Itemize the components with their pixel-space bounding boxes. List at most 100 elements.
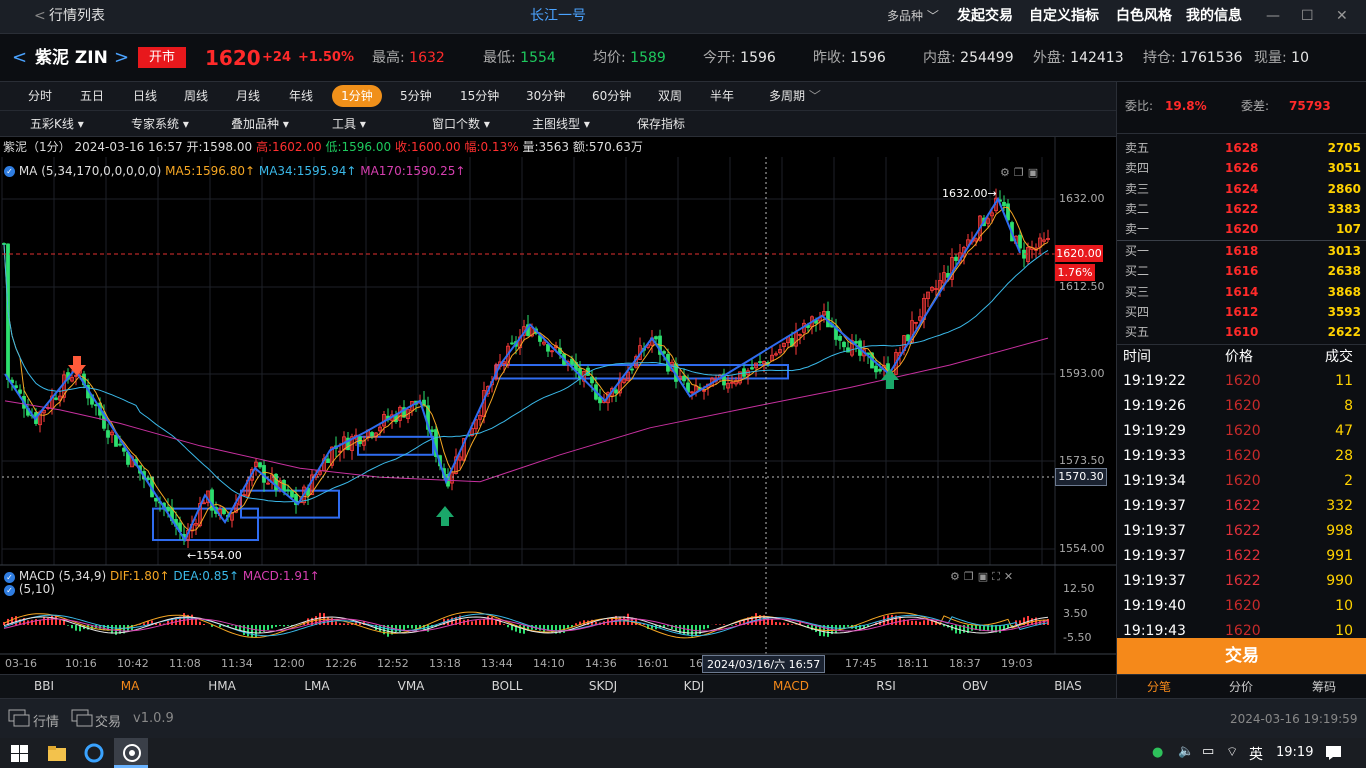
stat-current-volume: 现量: 10 xyxy=(1254,50,1309,66)
windows-start-icon[interactable] xyxy=(11,745,28,762)
period-tab[interactable]: 日线 xyxy=(127,85,163,107)
trade-button[interactable]: 交易 xyxy=(1117,638,1366,674)
indicator-tab[interactable]: BBI xyxy=(14,675,74,698)
browser-icon[interactable] xyxy=(84,743,104,763)
menu-custom-indicator[interactable]: 自定义指标 xyxy=(1029,0,1099,33)
volume-icon[interactable]: 🔈 xyxy=(1178,744,1194,759)
period-tab[interactable]: 月线 xyxy=(230,85,266,107)
period-tab[interactable]: 半年 xyxy=(704,85,740,107)
time-tick: 03-16 xyxy=(5,657,37,670)
tick-row: 19:19:37 1622 991 xyxy=(1123,548,1353,564)
menu-white-style[interactable]: 白色风格 xyxy=(1116,0,1172,33)
time-tick: 10:42 xyxy=(117,657,149,670)
ime-indicator[interactable]: 英 xyxy=(1249,744,1263,764)
status-tab-trade[interactable]: 交易 xyxy=(95,711,121,730)
time-axis: 03-16 10:16 10:42 11:08 11:34 12:00 12:2… xyxy=(0,654,1056,674)
menu-my-info[interactable]: 我的信息 xyxy=(1186,0,1242,33)
wifi-icon[interactable]: ⌔ xyxy=(1226,744,1238,760)
bar-info-line: 紫泥（1分） 2024-03-16 16:57 开:1598.00 高:1602… xyxy=(3,140,643,154)
prev-symbol-icon[interactable]: < xyxy=(12,34,27,82)
indicator-tab[interactable]: HMA xyxy=(192,675,252,698)
tool-menu[interactable]: 专家系统 ▾ xyxy=(131,111,189,137)
period-tab[interactable]: 60分钟 xyxy=(586,85,637,107)
next-symbol-icon[interactable]: > xyxy=(114,34,129,82)
back-to-list-link[interactable]: 行情列表 xyxy=(49,0,105,33)
stat-avg: 均价: 1589 xyxy=(593,50,666,66)
time-tick: 13:18 xyxy=(429,657,461,670)
chart-svg[interactable] xyxy=(0,137,1116,674)
status-datetime: 2024-03-16 19:19:59 xyxy=(1230,712,1358,726)
indicator-tab[interactable]: OBV xyxy=(945,675,1005,698)
tab-price-dist[interactable]: 分价 xyxy=(1229,678,1253,695)
settings-icon: ⚙ xyxy=(1000,166,1014,179)
check-icon[interactable]: ✓ xyxy=(4,585,15,596)
tick-row: 19:19:37 1622 998 xyxy=(1123,523,1353,539)
market-monitor-icon[interactable] xyxy=(8,709,30,727)
indicator-tab[interactable]: VMA xyxy=(381,675,441,698)
price-change: +24 xyxy=(262,50,291,65)
trade-monitor-icon[interactable] xyxy=(71,709,93,727)
tool-menu[interactable]: 叠加品种 ▾ xyxy=(231,111,289,137)
sell-arrow-icon xyxy=(68,356,86,376)
indicator-tab[interactable]: SKDJ xyxy=(573,675,633,698)
indicator-tab[interactable]: LMA xyxy=(287,675,347,698)
period-tab[interactable]: 30分钟 xyxy=(520,85,571,107)
file-explorer-icon[interactable] xyxy=(47,744,67,762)
indicator-tab[interactable]: KDJ xyxy=(664,675,724,698)
price-change-pct: +1.50% xyxy=(298,50,354,65)
period-tab[interactable]: 双周 xyxy=(652,85,688,107)
tool-menu[interactable]: 主图线型 ▾ xyxy=(532,111,590,137)
copy-icon: ❐ xyxy=(963,570,978,583)
menu-start-trade[interactable]: 发起交易 xyxy=(957,0,1013,33)
status-tab-market[interactable]: 行情 xyxy=(33,711,59,730)
minimize-icon[interactable]: — xyxy=(1266,0,1280,33)
candle-body xyxy=(290,490,294,498)
active-app-taskbar-item[interactable] xyxy=(114,738,148,768)
tool-menu[interactable]: 五彩K线 ▾ xyxy=(30,111,84,137)
candle-body xyxy=(282,479,286,492)
period-tab[interactable]: 周线 xyxy=(178,85,214,107)
indicator-tab[interactable]: RSI xyxy=(856,675,916,698)
wechat-icon[interactable]: ● xyxy=(1152,745,1163,760)
tick-row: 19:19:37 1622 332 xyxy=(1123,498,1353,514)
period-tab[interactable]: 年线 xyxy=(283,85,319,107)
stat-open-interest: 持仓: 1761536 xyxy=(1143,50,1243,66)
tool-menu[interactable]: 工具 ▾ xyxy=(332,111,366,137)
stat-high: 最高: 1632 xyxy=(372,50,445,66)
tab-ticks[interactable]: 分笔 xyxy=(1147,678,1171,695)
period-tab-active[interactable]: 1分钟 xyxy=(332,85,382,107)
tab-chips[interactable]: 筹码 xyxy=(1312,678,1336,695)
battery-icon[interactable]: ▭ xyxy=(1202,744,1214,759)
ask-row: 卖四 1626 3051 xyxy=(1125,161,1361,176)
indicator-tab[interactable]: BOLL xyxy=(477,675,537,698)
period-tab[interactable]: 五日 xyxy=(74,85,110,107)
notification-icon[interactable] xyxy=(1325,745,1342,761)
candle-body xyxy=(1018,234,1022,249)
period-tab[interactable]: 分时 xyxy=(22,85,58,107)
save-indicator-button[interactable]: 保存指标 xyxy=(637,111,685,137)
candle-body xyxy=(546,344,550,352)
period-tab[interactable]: 5分钟 xyxy=(394,85,438,107)
stat-low: 最低: 1554 xyxy=(483,50,556,66)
period-tab[interactable]: 15分钟 xyxy=(454,85,505,107)
macd-pane-tools[interactable]: ⚙❐▣⛶✕ xyxy=(950,570,1017,584)
time-tick: 12:26 xyxy=(325,657,357,670)
close-icon[interactable]: ✕ xyxy=(1336,0,1348,33)
main-pane-tools[interactable]: ⚙❐▣ xyxy=(1000,166,1042,179)
taskbar-clock[interactable]: 19:19 xyxy=(1276,745,1313,760)
indicator-tab[interactable]: BIAS xyxy=(1038,675,1098,698)
candle-body xyxy=(654,336,658,340)
check-icon[interactable]: ✓ xyxy=(4,166,15,177)
multi-variety-dropdown[interactable]: 多品种 ﹀ xyxy=(887,0,939,33)
tool-menu[interactable]: 窗口个数 ▾ xyxy=(432,111,490,137)
settings-icon: ⚙ xyxy=(950,570,964,583)
indicator-tab-active[interactable]: MA xyxy=(100,675,160,698)
candle-body xyxy=(954,256,958,261)
chart-area[interactable]: 紫泥（1分） 2024-03-16 16:57 开:1598.00 高:1602… xyxy=(0,137,1116,674)
back-chevron-icon[interactable]: < xyxy=(34,0,46,33)
indicator-tab-active[interactable]: MACD xyxy=(761,675,821,698)
multi-period-dropdown[interactable]: 多周期 ﹀ xyxy=(763,85,827,107)
maximize-icon[interactable]: ☐ xyxy=(1301,0,1314,33)
candle-body xyxy=(370,432,374,437)
window-icon: ▣ xyxy=(977,570,993,583)
